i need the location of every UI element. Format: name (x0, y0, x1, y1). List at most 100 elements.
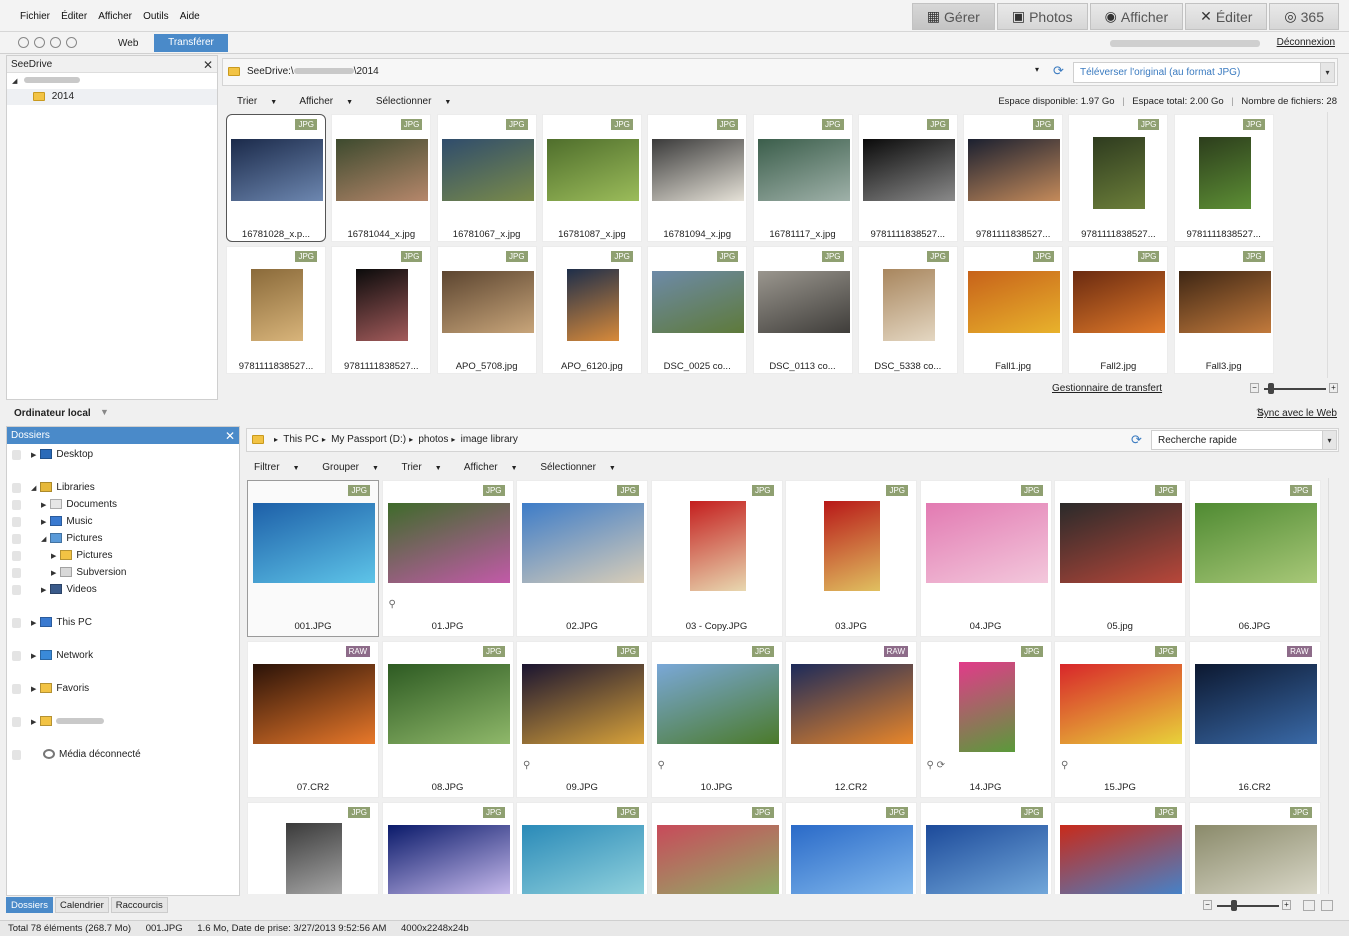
tab-calendar[interactable]: Calendrier (54, 897, 109, 913)
local-thumbnail[interactable]: RAW 12.CR2 (785, 641, 917, 798)
breadcrumb-separator-icon[interactable]: ▸ (451, 435, 457, 444)
expand-arrow-icon[interactable]: ▶ (41, 514, 46, 531)
seedrive-account-node[interactable]: ◢ (7, 73, 217, 89)
local-thumbnail[interactable]: JPG 08.JPG (381, 641, 514, 798)
include-checkbox[interactable] (12, 483, 21, 493)
zoom-in-icon[interactable]: + (1282, 900, 1291, 910)
disconnect-link[interactable]: Déconnexion (1277, 37, 1335, 48)
seedrive-thumbnail[interactable]: JPG 9781111838527... (1068, 114, 1169, 242)
forward-icon[interactable] (34, 37, 45, 48)
local-thumbnail[interactable]: JPG 06.JPG (1188, 480, 1321, 637)
zoom-thumb[interactable] (1268, 383, 1274, 394)
zoom-thumb[interactable] (1231, 900, 1237, 911)
breadcrumb-item[interactable]: My Passport (D:) (331, 434, 406, 445)
local-thumbnail[interactable]: JPG 03.JPG (785, 480, 917, 637)
expand-arrow-icon[interactable]: ◢ (12, 74, 17, 90)
seedrive-zoom-slider[interactable]: − + (1250, 383, 1340, 394)
local-thumbnail[interactable]: JPG 04.JPG (919, 480, 1052, 637)
select-menu[interactable]: Sélectionner ▼ (540, 462, 626, 473)
seedrive-thumbnail[interactable]: JPG Fall2.jpg (1068, 246, 1169, 374)
expand-arrow-icon[interactable]: ▶ (31, 615, 36, 632)
breadcrumb-separator-icon[interactable]: ▸ (409, 435, 415, 444)
local-thumbnail[interactable]: JPG (381, 802, 514, 894)
folder-tree-item[interactable]: ▶ Subversion (7, 564, 239, 581)
refresh-icon[interactable]: ⟳ (1053, 63, 1064, 79)
seedrive-thumbnail[interactable]: JPG APO_6120.jpg (541, 246, 642, 374)
include-checkbox[interactable] (12, 750, 21, 760)
local-thumbnail[interactable]: JPG (1188, 802, 1321, 894)
local-thumbnail[interactable]: JPG 001.JPG (247, 480, 379, 637)
include-checkbox[interactable] (12, 717, 21, 727)
seedrive-thumbnail[interactable]: JPG 9781111838527... (226, 246, 326, 374)
include-checkbox[interactable] (12, 618, 21, 628)
seedrive-folder-2014[interactable]: 2014 (7, 89, 217, 105)
local-thumbnail[interactable]: JPG (785, 802, 917, 894)
folder-tree-item[interactable]: ▶ (7, 713, 239, 730)
seedrive-thumbnail[interactable]: JPG 9781111838527... (1173, 114, 1274, 242)
close-icon[interactable]: ✕ (203, 57, 213, 74)
local-thumbnail[interactable]: JPG ⚲ 10.JPG (650, 641, 783, 798)
local-thumbnail[interactable]: JPG ⚲ ⟳ 14.JPG (919, 641, 1052, 798)
expand-arrow-icon[interactable]: ▶ (31, 681, 36, 698)
mode-view-button[interactable]: ◉ Afficher (1089, 3, 1184, 30)
include-checkbox[interactable] (12, 568, 21, 578)
seedrive-thumbnail[interactable]: JPG Fall3.jpg (1173, 246, 1274, 374)
upload-format-select[interactable]: Téléverser l'original (au format JPG) ▾ (1073, 62, 1335, 83)
mode-photos-button[interactable]: ▣ Photos (996, 3, 1088, 30)
tab-folders[interactable]: Dossiers (6, 897, 53, 913)
local-thumbnail[interactable]: JPG (247, 802, 379, 894)
seedrive-path[interactable]: SeeDrive:\ \2014 (247, 66, 379, 77)
expand-arrow-icon[interactable]: ◢ (31, 480, 36, 497)
expand-arrow-icon[interactable]: ◢ (41, 531, 46, 548)
local-zoom-slider[interactable]: − + (1203, 900, 1339, 911)
expand-arrow-icon[interactable]: ▶ (31, 648, 36, 665)
mode-edit-button[interactable]: ✕ Éditer (1185, 3, 1268, 30)
folder-tree-item[interactable]: ▶ Favoris (7, 680, 239, 697)
breadcrumb-item[interactable]: image library (461, 434, 518, 445)
seedrive-thumbnail[interactable]: JPG 9781111838527... (963, 114, 1064, 242)
seedrive-thumbnail[interactable]: JPG 9781111838527... (331, 246, 432, 374)
seedrive-thumbnail[interactable]: JPG Fall1.jpg (963, 246, 1064, 374)
folder-tree-item[interactable]: Média déconnecté (7, 746, 239, 763)
group-menu[interactable]: Grouper ▼ (322, 462, 389, 473)
folder-tree-item[interactable]: ▶ Documents (7, 496, 239, 513)
include-checkbox[interactable] (12, 450, 21, 460)
mode-365-button[interactable]: ◎ 365 (1269, 3, 1339, 30)
path-dropdown-icon[interactable]: ▾ (1035, 65, 1039, 74)
seedrive-thumbnail[interactable]: JPG 16781117_x.jpg (752, 114, 853, 242)
breadcrumb-item[interactable]: photos (418, 434, 448, 445)
folder-tree-item[interactable]: ▶ Network (7, 647, 239, 664)
tab-transfer[interactable]: Transférer (154, 34, 228, 52)
local-scrollbar[interactable] (1328, 478, 1339, 894)
sort-menu[interactable]: Trier ▼ (402, 462, 452, 473)
folder-tree-item[interactable]: ◢ Pictures (7, 530, 239, 547)
expand-arrow-icon[interactable]: ▶ (31, 447, 36, 464)
select-menu[interactable]: Sélectionner ▼ (376, 96, 462, 107)
breadcrumb-item[interactable]: This PC (283, 434, 319, 445)
menu-fichier[interactable]: Fichier (20, 11, 50, 22)
include-checkbox[interactable] (12, 651, 21, 661)
back-icon[interactable] (18, 37, 29, 48)
expand-arrow-icon[interactable]: ▶ (41, 497, 46, 514)
actual-size-icon[interactable] (1321, 900, 1333, 911)
local-thumbnail[interactable]: JPG ⚲ 09.JPG (516, 641, 648, 798)
refresh-icon[interactable]: ⟳ (1131, 432, 1142, 448)
menu-outils[interactable]: Outils (143, 11, 169, 22)
sync-web-link[interactable]: Sync avec le Web (1257, 408, 1337, 419)
folder-tree-item[interactable]: ▶ Music (7, 513, 239, 530)
seedrive-thumbnail[interactable]: JPG APO_5708.jpg (436, 246, 537, 374)
breadcrumb-separator-icon[interactable]: ▸ (274, 435, 280, 444)
chevron-down-icon[interactable]: ▼ (100, 407, 109, 417)
fit-view-icon[interactable] (1303, 900, 1315, 911)
local-thumbnail[interactable]: JPG (1054, 802, 1186, 894)
local-thumbnail[interactable]: JPG 02.JPG (516, 480, 648, 637)
folder-tree-item[interactable]: ▶ Videos (7, 581, 239, 598)
seedrive-thumbnail[interactable]: JPG 16781087_x.jpg (541, 114, 642, 242)
menu-aide[interactable]: Aide (180, 11, 200, 22)
sort-menu[interactable]: Trier ▼ (237, 96, 287, 107)
local-thumbnail[interactable]: JPG (516, 802, 648, 894)
local-thumbnail[interactable]: JPG 05.jpg (1054, 480, 1186, 637)
zoom-out-icon[interactable]: − (1203, 900, 1212, 910)
seedrive-thumbnail[interactable]: JPG DSC_0113 co... (752, 246, 853, 374)
expand-arrow-icon[interactable]: ▶ (31, 714, 36, 731)
